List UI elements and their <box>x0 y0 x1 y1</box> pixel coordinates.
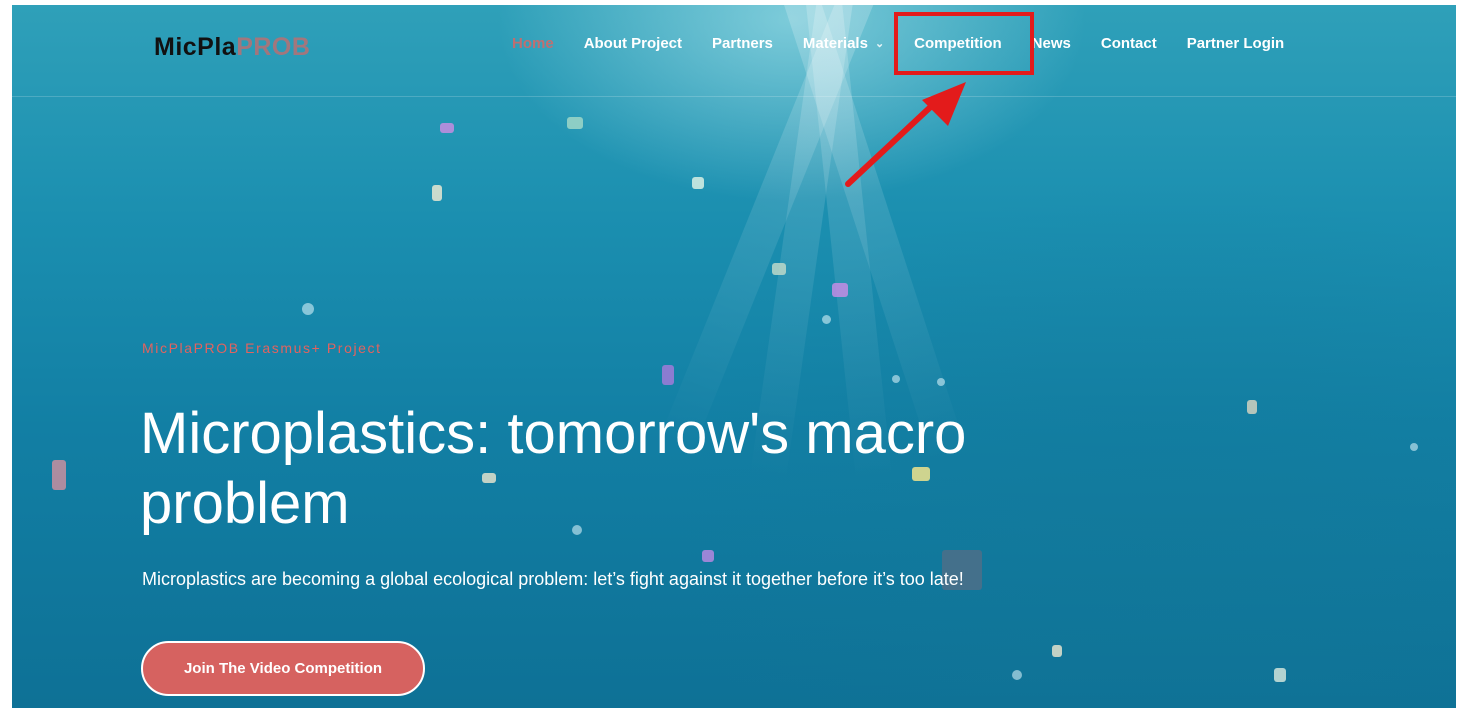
red-arrow-icon <box>845 82 966 187</box>
